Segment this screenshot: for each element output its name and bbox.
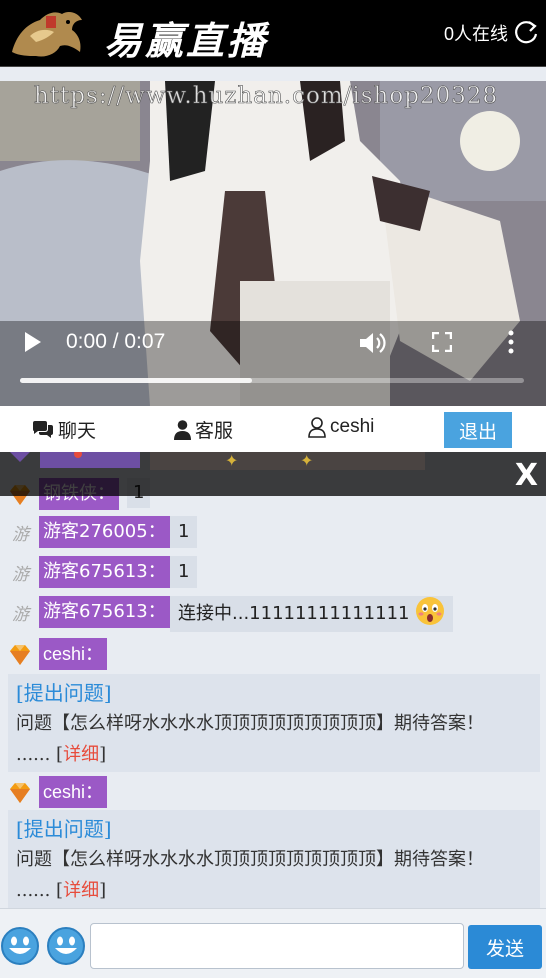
question-more-prefix: ...... [ [16, 744, 64, 765]
message-sender: 游客276005： [39, 516, 170, 548]
tab-bar: 聊天 客服 ceshi 退出 [0, 406, 546, 452]
message-text: 1 [170, 556, 198, 588]
chat-message: 游 游客276005： 1 [0, 516, 546, 550]
message-text: 连接中...11111111111111 [178, 603, 410, 624]
question-more: ...... [详细] [16, 740, 532, 770]
question-more-prefix: ...... [ [16, 880, 64, 901]
app-header: 易赢直播 0人在线 [0, 0, 546, 67]
online-count: 0人在线 [443, 24, 508, 44]
message-sender: 游客675613： [39, 596, 170, 628]
volume-icon[interactable] [358, 330, 386, 356]
gift-banner-overlay: ✦ ✦ X [0, 452, 546, 496]
message-text: 1 [170, 516, 198, 548]
video-player[interactable]: https://www.huzhan.com/ishop20328 0:00 /… [0, 81, 546, 406]
question-card: [提出问题] 问题【怎么样呀水水水水顶顶顶顶顶顶顶顶顶】期待答案！ ......… [8, 810, 540, 908]
question-link[interactable]: [提出问题] [16, 678, 532, 708]
logout-button[interactable]: 退出 [444, 412, 512, 448]
tab-user[interactable]: ceshi [308, 416, 374, 438]
question-text: 问题【怎么样呀水水水水顶顶顶顶顶顶顶顶顶】期待答案！ [16, 713, 484, 734]
more-options-icon[interactable] [506, 330, 516, 354]
message-sender: 游客675613： [39, 556, 170, 588]
chat-message: 游 游客675613： 连接中...11111111111111 [0, 596, 546, 632]
user-outline-icon [308, 416, 326, 438]
message-input[interactable] [90, 923, 464, 969]
question-detail-link[interactable]: 详细 [63, 744, 99, 765]
tab-service-label: 客服 [195, 420, 234, 442]
chat-message: ceshi： [0, 776, 546, 810]
tab-user-label: ceshi [330, 416, 375, 437]
tab-service[interactable]: 客服 [174, 416, 233, 443]
diamond-badge-icon [10, 645, 30, 665]
question-more-suffix: ] [99, 880, 107, 901]
chat-message: ceshi： [0, 638, 546, 672]
gift-banner-graphic: ✦ ✦ [10, 452, 425, 470]
video-controls: 0:00 / 0:07 [0, 316, 546, 406]
tab-chat[interactable]: 聊天 [32, 416, 96, 443]
fullscreen-icon[interactable] [432, 332, 452, 352]
close-banner-button[interactable]: X [515, 458, 538, 493]
refresh-icon[interactable] [512, 18, 540, 46]
brand-title: 易赢直播 [104, 19, 269, 63]
chat-panel: ✦ ✦ X 钢铁侠： 1 游 游客276005： 1 游 游客675613： 1… [0, 452, 546, 908]
question-more-suffix: ] [99, 744, 107, 765]
smiley-face-icon[interactable] [46, 926, 86, 966]
chat-message: 游 游客675613： 1 [0, 556, 546, 590]
question-detail-link[interactable]: 详细 [63, 880, 99, 901]
send-button[interactable]: 发送 [468, 925, 542, 969]
message-input-bar: 发送 [0, 908, 546, 978]
tab-chat-label: 聊天 [58, 420, 97, 442]
question-text: 问题【怎么样呀水水水水顶顶顶顶顶顶顶顶顶】期待答案！ [16, 849, 484, 870]
question-card: [提出问题] 问题【怎么样呀水水水水顶顶顶顶顶顶顶顶顶】期待答案！ ......… [8, 674, 540, 772]
diamond-badge-icon [10, 783, 30, 803]
video-watermark: https://www.huzhan.com/ishop20328 [34, 83, 499, 110]
smiley-face-icon[interactable] [0, 926, 40, 966]
guest-badge: 游 [12, 565, 29, 585]
message-sender: ceshi： [39, 638, 108, 670]
user-solid-icon [174, 419, 191, 440]
play-icon[interactable] [22, 330, 44, 354]
dragon-logo-icon [12, 12, 82, 57]
guest-badge: 游 [12, 525, 29, 545]
video-progress-bar[interactable] [20, 378, 524, 383]
video-progress-fill [20, 378, 252, 383]
message-sender: ceshi： [39, 776, 108, 808]
surprised-face-emoji-icon [416, 597, 445, 625]
svg-text:✦: ✦ [225, 452, 238, 470]
video-time: 0:00 / 0:07 [66, 330, 166, 353]
question-more: ...... [详细] [16, 876, 532, 906]
chat-bubbles-icon [33, 420, 53, 438]
message-text-container: 连接中...11111111111111 [170, 596, 454, 632]
question-link[interactable]: [提出问题] [16, 814, 532, 844]
guest-badge: 游 [12, 605, 29, 625]
svg-text:✦: ✦ [300, 452, 313, 470]
